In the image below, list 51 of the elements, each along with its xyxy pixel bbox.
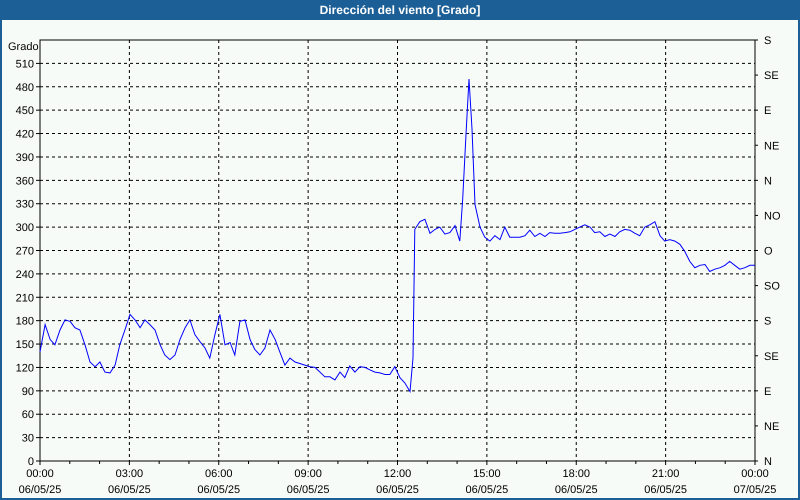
y-tick-label: 420 bbox=[16, 128, 34, 141]
x-tick-label: 12:00 bbox=[384, 468, 412, 480]
x-tick-date: 06/05/25 bbox=[644, 484, 688, 496]
compass-label: N bbox=[764, 175, 772, 188]
y-tick-label: 270 bbox=[16, 246, 34, 258]
x-tick-label: 03:00 bbox=[116, 468, 144, 480]
x-tick-date: 06/05/25 bbox=[286, 484, 330, 496]
compass-label: NE bbox=[764, 420, 780, 433]
x-tick-label: 09:00 bbox=[294, 468, 322, 480]
x-tick-date: 06/05/25 bbox=[376, 484, 419, 496]
x-tick-label: 21:00 bbox=[652, 468, 680, 480]
x-tick-date: 06/05/25 bbox=[108, 484, 151, 496]
x-tick-label: 15:00 bbox=[473, 468, 501, 480]
y-tick-label: 480 bbox=[16, 82, 34, 94]
y-tick-label: 90 bbox=[22, 386, 34, 398]
compass-label: N bbox=[764, 456, 772, 468]
x-tick-label: 06:00 bbox=[204, 468, 233, 480]
x-tick-label: 00:00 bbox=[741, 468, 769, 480]
y-tick-label: 60 bbox=[22, 409, 34, 422]
compass-label: S bbox=[764, 316, 772, 328]
y-tick-label: 360 bbox=[16, 175, 34, 188]
y-tick-label: 240 bbox=[16, 268, 34, 281]
axis-title: Grado bbox=[8, 41, 39, 53]
x-tick-date: 06/05/25 bbox=[465, 484, 508, 496]
y-tick-label: 180 bbox=[16, 316, 34, 328]
y-tick-label: 450 bbox=[16, 105, 34, 118]
y-tick-label: 30 bbox=[22, 432, 34, 445]
x-tick-date: 07/05/25 bbox=[734, 484, 776, 496]
x-tick-date: 06/05/25 bbox=[554, 484, 598, 496]
compass-label: O bbox=[764, 246, 773, 258]
compass-label: SE bbox=[764, 350, 779, 363]
compass-label: E bbox=[764, 105, 772, 118]
x-tick-date: 06/05/25 bbox=[18, 484, 62, 496]
compass-label: SO bbox=[764, 280, 780, 293]
y-tick-label: 330 bbox=[16, 198, 34, 211]
window-title: Dirección del viento [Grado] bbox=[2, 0, 798, 20]
compass-label: SE bbox=[764, 70, 779, 82]
y-tick-label: 390 bbox=[16, 152, 34, 164]
y-tick-label: 300 bbox=[16, 222, 34, 234]
x-tick-label: 00:00 bbox=[26, 468, 54, 480]
compass-label: E bbox=[764, 386, 772, 398]
x-tick-label: 18:00 bbox=[562, 468, 590, 480]
y-tick-label: 150 bbox=[16, 339, 34, 352]
compass-label: NO bbox=[764, 210, 780, 222]
compass-label: S bbox=[764, 35, 772, 47]
y-tick-label: 120 bbox=[16, 362, 34, 374]
y-tick-label: 510 bbox=[16, 58, 34, 70]
compass-label: NE bbox=[764, 140, 780, 152]
y-tick-label: 0 bbox=[28, 456, 34, 468]
x-tick-date: 06/05/25 bbox=[197, 484, 240, 496]
y-tick-label: 210 bbox=[16, 292, 34, 304]
